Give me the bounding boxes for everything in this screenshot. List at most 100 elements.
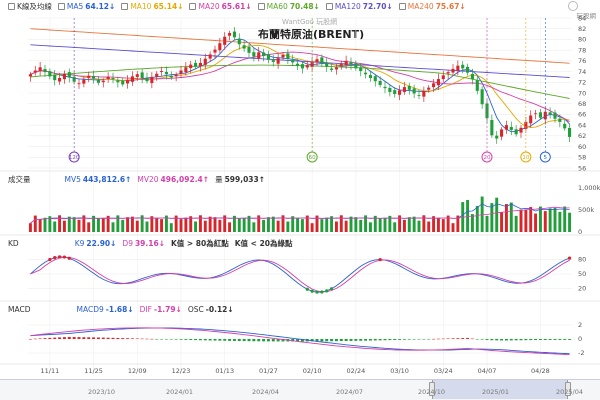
candle-body (325, 63, 329, 67)
osc-bar (130, 338, 134, 339)
volume-bar (160, 219, 164, 232)
candle-body (106, 76, 110, 80)
chart-canvas[interactable]: 848280787674727068666462605856 120 60 20 10… (0, 0, 600, 380)
osc-bar (184, 339, 188, 340)
candle-body (334, 67, 338, 70)
candle-body (242, 45, 246, 49)
osc-bar (43, 338, 47, 339)
osc-bar (28, 339, 32, 340)
volume-bar (325, 217, 329, 232)
osc-bar (461, 338, 465, 339)
ma60-line (30, 64, 570, 99)
candle-body (529, 115, 533, 124)
osc-bar (373, 339, 377, 341)
volume-bar (213, 217, 217, 232)
volume-bar (296, 217, 300, 232)
legend-k9[interactable]: K9 22.90↓ (75, 239, 117, 248)
legend-mv20[interactable]: MV20 496,092.4↑ (137, 175, 209, 184)
osc-bar (383, 339, 387, 341)
candle-body (373, 76, 377, 82)
volume-bar (96, 218, 100, 232)
candle-body (43, 69, 47, 73)
dif-line (30, 327, 570, 356)
candle-body (534, 113, 538, 115)
date-tick-label: 03/24 (434, 367, 453, 375)
candle-body (223, 36, 227, 45)
price-tick-label: 70 (578, 89, 586, 97)
volume-bar (87, 222, 91, 232)
osc-bar (364, 339, 368, 341)
candle-body (495, 135, 499, 139)
legend-vol[interactable]: 量 599,033↑ (215, 174, 265, 185)
marker-label: 5 (544, 155, 548, 161)
macd-tick-label: -2 (578, 349, 584, 357)
candle-body (213, 49, 217, 53)
ma240-line (30, 28, 570, 64)
volume-bar (412, 216, 416, 232)
osc-bar (237, 339, 241, 342)
legend-osc[interactable]: OSC -0.12↓ (188, 305, 234, 314)
candle-body (354, 63, 358, 69)
osc-bar (155, 339, 159, 340)
navigator-label: 2024/01 (166, 388, 194, 396)
volume-bar (28, 223, 32, 232)
volume-bar (402, 219, 406, 232)
legend-mv5[interactable]: MV5 443,812.6↑ (65, 175, 132, 184)
candle-body (446, 72, 450, 74)
volume-bar (485, 215, 489, 232)
mv5-line (30, 203, 570, 224)
volume-bar (179, 219, 183, 232)
volume-bar (300, 219, 304, 232)
candle-body (349, 62, 353, 65)
candle-body (504, 125, 508, 130)
price-axis: 848280787674727068666462605856 (578, 14, 586, 172)
candle-body (96, 80, 100, 83)
volume-bar (548, 208, 552, 232)
osc-bar (169, 339, 173, 340)
candle-body (480, 89, 484, 105)
kd-oversold-dot (320, 290, 324, 294)
date-tick-label: 11/25 (84, 367, 103, 375)
volume-bar (495, 197, 499, 232)
candle-body (339, 64, 343, 66)
legend-dif[interactable]: DIF -1.79↓ (140, 305, 182, 314)
marker-label: 120 (69, 155, 80, 161)
kd-oversold-dot (329, 287, 334, 291)
candle-body (286, 53, 290, 59)
macd-tick-label: 2 (578, 321, 582, 329)
candle-body (281, 54, 285, 58)
date-tick-label: 02/24 (346, 367, 365, 375)
osc-bar (543, 339, 547, 340)
osc-bar (242, 339, 246, 342)
kd-note-red: K值 > 80為紅點 (170, 239, 229, 248)
osc-bar (77, 337, 81, 339)
candle-body (417, 95, 421, 96)
volume-bar (519, 209, 523, 232)
price-tick-label: 58 (578, 154, 586, 162)
osc-bar (62, 337, 66, 339)
candle-body (232, 31, 236, 38)
osc-bar (441, 338, 445, 340)
date-tick-label: 01/27 (259, 367, 278, 375)
date-tick-label: 04/07 (478, 367, 497, 375)
candle-body (38, 67, 42, 71)
candle-body (121, 80, 125, 85)
candle-body (77, 83, 81, 85)
price-tick-label: 64 (578, 121, 586, 129)
candle-body (203, 58, 207, 65)
candle-body (568, 127, 572, 137)
candle-body (87, 75, 91, 78)
candle-body (218, 43, 222, 51)
candle-body (441, 75, 445, 80)
volume-bar (155, 217, 159, 232)
legend-macd9[interactable]: MACD9 -1.68↓ (76, 305, 133, 314)
osc-bar (223, 339, 227, 341)
candle-body (271, 60, 275, 62)
volume-bar (62, 220, 66, 232)
candle-body (111, 78, 115, 80)
osc-bar (368, 339, 372, 341)
legend-d9[interactable]: D9 39.16↓ (122, 239, 165, 248)
kd-oversold-dot (325, 289, 329, 293)
volume-bar (514, 215, 518, 232)
candle-body (208, 54, 212, 59)
